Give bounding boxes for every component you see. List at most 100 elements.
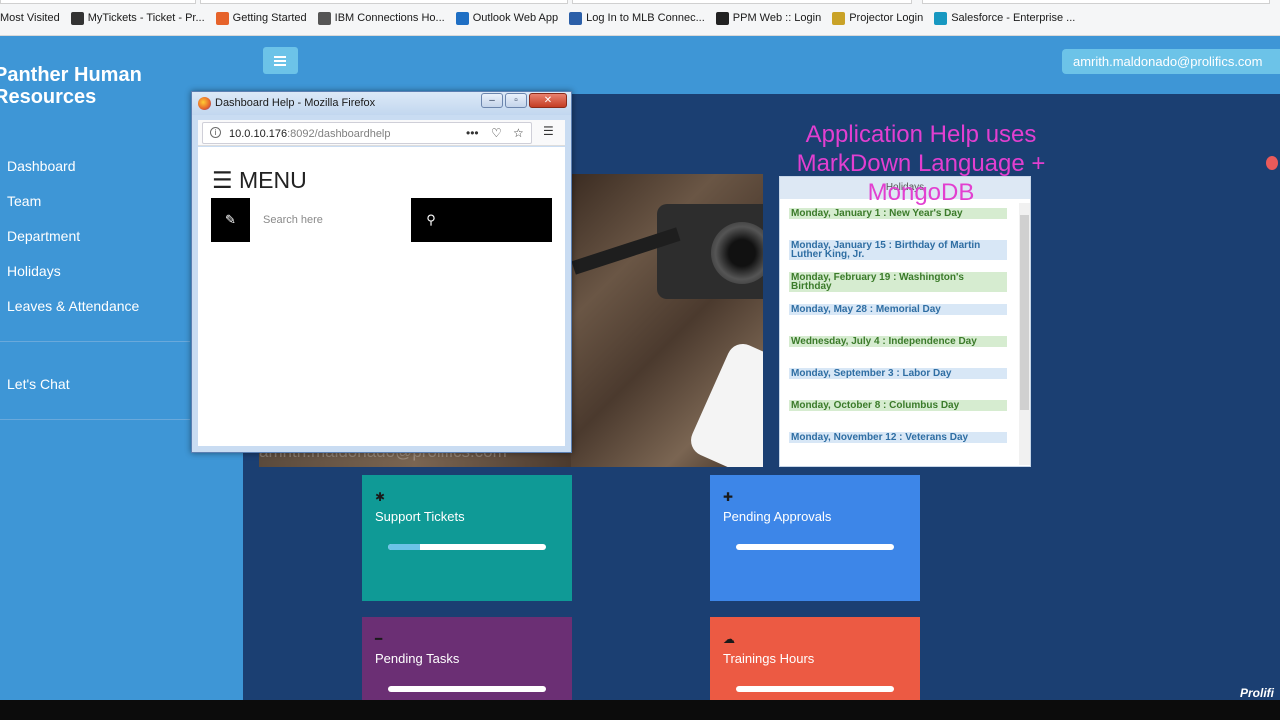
bookmark-item[interactable]: MyTickets - Ticket - Pr...	[70, 11, 205, 25]
tile-label: Trainings Hours	[723, 651, 815, 666]
hamburger-menu-icon[interactable]: ☰	[543, 124, 554, 138]
ppm-icon	[715, 11, 729, 25]
bookmarks-bar: Most Visited MyTickets - Ticket - Pr... Ge…	[0, 0, 1280, 36]
progress-bar	[388, 686, 546, 692]
info-icon[interactable]: i	[210, 127, 221, 138]
taskbar	[0, 700, 1280, 720]
popup-content: ☰ MENU ✎ ⚲	[198, 147, 565, 446]
tile-label: Pending Tasks	[375, 651, 460, 666]
help-popup-window: Dashboard Help - Mozilla Firefox – ▫ ✕ i…	[191, 91, 572, 453]
progress-bar-fill	[388, 544, 420, 550]
browser-tab[interactable]	[922, 0, 1270, 4]
sidebar-item-leaves-attendance[interactable]: Leaves & Attendance	[7, 298, 139, 314]
popup-toolbar: i 10.0.10.176:8092/dashboardhelp ••• ♡ ☆…	[198, 120, 565, 146]
bookmark-label: Most Visited	[0, 12, 60, 24]
bookmark-item[interactable]: PPM Web :: Login	[715, 11, 822, 25]
progress-bar	[388, 544, 546, 550]
pocket-icon[interactable]: ♡	[491, 126, 502, 140]
tile-pending-tasks[interactable]: ━ Pending Tasks	[362, 617, 572, 700]
holiday-item: Monday, September 3 : Labor Day	[789, 368, 1007, 379]
tile-support-tickets[interactable]: ✱ Support Tickets	[362, 475, 572, 601]
bookmark-label: Projector Login	[849, 12, 924, 24]
asterisk-icon: ✱	[375, 490, 386, 504]
overlay-annotation: Application Help uses MarkDown Language …	[796, 121, 1046, 206]
banner-photo	[571, 174, 763, 467]
plus-icon: ✚	[723, 490, 734, 504]
bookmark-label: IBM Connections Ho...	[334, 12, 445, 24]
url-path: :8092/dashboardhelp	[287, 128, 391, 140]
bookmark-item[interactable]: Salesforce - Enterprise ...	[934, 11, 1076, 25]
holiday-item: Monday, January 15 : Birthday of Martin …	[789, 240, 1007, 260]
bookmark-label: MyTickets - Ticket - Pr...	[87, 12, 205, 24]
holiday-item: Monday, February 19 : Washington's Birth…	[789, 272, 1007, 292]
pencil-icon[interactable]: ✎	[211, 198, 250, 242]
maximize-button[interactable]: ▫	[505, 93, 527, 108]
user-menu-button[interactable]: amrith.maldonado@prolifics.com	[1062, 49, 1280, 74]
projector-icon	[832, 11, 846, 25]
bookmark-list: Most Visited MyTickets - Ticket - Pr... Ge…	[0, 9, 1086, 27]
divider	[0, 419, 190, 420]
tile-trainings-hours[interactable]: ☁ Trainings Hours	[710, 617, 920, 700]
holidays-panel: Holidays Monday, January 1 : New Year's …	[779, 176, 1031, 467]
url-bar[interactable]: i 10.0.10.176:8092/dashboardhelp ••• ♡ ☆	[202, 122, 532, 144]
holiday-item: Monday, October 8 : Columbus Day	[789, 400, 1007, 411]
sidebar-item-team[interactable]: Team	[7, 193, 41, 209]
tile-pending-approvals[interactable]: ✚ Pending Approvals	[710, 475, 920, 601]
bookmark-item[interactable]: IBM Connections Ho...	[317, 11, 445, 25]
bookmark-item[interactable]: Log In to MLB Connec...	[569, 11, 705, 25]
bookmark-item[interactable]: Getting Started	[215, 11, 307, 25]
mlb-icon	[569, 11, 583, 25]
search-icon[interactable]: ⚲	[411, 198, 451, 242]
hamburger-icon	[274, 56, 286, 58]
prolifics-logo: Prolifi	[1240, 686, 1275, 700]
hamburger-icon-bar	[274, 60, 286, 62]
divider	[0, 341, 190, 342]
outlook-icon	[455, 11, 469, 25]
more-actions-icon[interactable]: •••	[466, 126, 479, 140]
browser-tab[interactable]	[572, 0, 912, 4]
brand-title: Panther Human Resources	[0, 64, 142, 108]
browser-tab[interactable]	[0, 0, 196, 4]
cloud-icon: ☁	[723, 632, 735, 646]
popup-titlebar[interactable]: Dashboard Help - Mozilla Firefox – ▫ ✕	[192, 92, 571, 115]
holiday-item: Monday, January 1 : New Year's Day	[789, 208, 1007, 219]
tab-strip	[0, 0, 1280, 6]
url-text: 10.0.10.176:8092/dashboardhelp	[229, 128, 391, 140]
progress-bar	[736, 686, 894, 692]
close-button[interactable]: ✕	[529, 93, 567, 108]
bookmark-item[interactable]: Most Visited	[0, 12, 60, 24]
bookmark-label: Log In to MLB Connec...	[586, 12, 705, 24]
bookmark-label: Outlook Web App	[472, 12, 559, 24]
bookmark-label: Salesforce - Enterprise ...	[951, 12, 1076, 24]
help-menu-title[interactable]: ☰ MENU	[212, 167, 307, 194]
minimize-button[interactable]: –	[481, 93, 503, 108]
bookmark-item[interactable]: Projector Login	[832, 11, 924, 25]
menu-toggle-button[interactable]	[263, 47, 298, 74]
bookmark-star-icon[interactable]: ☆	[513, 126, 524, 140]
scrollbar-thumb[interactable]	[1020, 215, 1029, 410]
progress-bar	[736, 544, 894, 550]
cursor-icon	[1266, 156, 1278, 170]
firefox-icon	[198, 97, 211, 110]
help-search-input[interactable]	[250, 198, 411, 242]
browser-tab[interactable]	[200, 0, 568, 4]
holiday-item: Wednesday, July 4 : Independence Day	[789, 336, 1007, 347]
sidebar-item-dashboard[interactable]: Dashboard	[7, 158, 76, 174]
bookmark-label: Getting Started	[232, 12, 307, 24]
sidebar-item-holidays[interactable]: Holidays	[7, 263, 61, 279]
popup-title: Dashboard Help - Mozilla Firefox	[215, 97, 376, 109]
asterisk-icon	[70, 11, 84, 25]
minus-icon: ━	[375, 632, 383, 646]
holiday-item: Monday, May 28 : Memorial Day	[789, 304, 1007, 315]
help-search-bar: ✎ ⚲	[211, 198, 552, 242]
tile-label: Support Tickets	[375, 509, 465, 524]
bookmark-label: PPM Web :: Login	[732, 12, 822, 24]
holidays-scrollbar[interactable]	[1019, 203, 1030, 465]
sidebar-item-department[interactable]: Department	[7, 228, 80, 244]
sidebar-item-chat[interactable]: Let's Chat	[7, 376, 70, 392]
hamburger-icon-bar	[274, 64, 286, 66]
bookmark-item[interactable]: Outlook Web App	[455, 11, 559, 25]
url-host: 10.0.10.176	[229, 128, 288, 140]
globe-icon	[317, 11, 331, 25]
holiday-item: Monday, November 12 : Veterans Day	[789, 432, 1007, 443]
